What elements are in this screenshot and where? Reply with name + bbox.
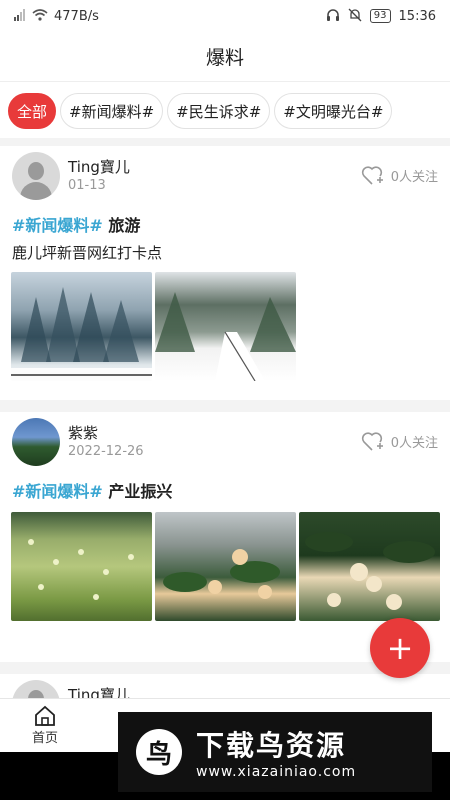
battery-indicator: 93 [369,9,391,23]
page-title: 爆料 [205,47,244,69]
home-icon [33,705,57,727]
mute-bell-icon [348,8,362,25]
post-title-text: 产业振兴 [108,482,173,501]
post-title-text: 旅游 [108,216,141,235]
user-name[interactable]: Ting寶儿 [68,156,130,177]
nav-home-label: 首页 [31,731,58,746]
divider [0,138,450,146]
watermark-logo: 鸟 [136,729,182,775]
add-post-button[interactable]: + [370,618,430,678]
post-images [11,272,296,381]
signal-icon [14,8,26,24]
post-card[interactable]: Ting寶儿 01-13 0人关注 #新闻爆料# 旅游 鹿儿坪新晋网红打卡点 [0,146,450,400]
network-speed: 477B/s [54,8,99,24]
nav-home[interactable]: 首页 [0,699,90,752]
heart-add-icon [361,430,385,452]
tab-livelihood-requests[interactable]: #民生诉求# [167,93,271,129]
headset-icon [326,8,340,25]
wifi-icon [32,8,48,24]
avatar[interactable] [12,418,60,466]
divider [0,400,450,412]
app-header: 爆料 [0,32,450,82]
post-image[interactable] [11,512,152,621]
follow-button[interactable]: 0人关注 [361,430,438,452]
post-hashtag[interactable]: #新闻爆料# [12,482,103,501]
tab-all[interactable]: 全部 [8,93,57,129]
post-hashtag[interactable]: #新闻爆料# [12,216,103,235]
watermark-title: 下载鸟资源 [196,729,347,762]
watermark: 鸟 下载鸟资源 www.xiazainiao.com [118,712,432,792]
follow-button[interactable]: 0人关注 [361,164,438,186]
tab-news-tips[interactable]: #新闻爆料# [60,93,164,129]
plus-icon: + [386,629,414,667]
follow-count: 0人关注 [390,435,438,451]
status-bar: 477B/s 93 15:36 [0,0,450,32]
watermark-text: 下载鸟资源 www.xiazainiao.com [196,724,356,780]
avatar[interactable] [12,152,60,200]
user-name[interactable]: 紫紫 [68,422,98,443]
post-title[interactable]: #新闻爆料# 产业振兴 [12,478,172,502]
post-image[interactable] [11,272,152,381]
heart-add-icon [361,164,385,186]
follow-count: 0人关注 [390,169,438,185]
post-image[interactable] [155,512,296,621]
post-date: 01-13 [68,178,106,193]
status-right: 93 15:36 [326,8,436,25]
post-text: 鹿儿坪新晋网红打卡点 [12,244,163,262]
status-time: 15:36 [398,8,436,24]
tab-civility-exposure[interactable]: #文明曝光台# [274,93,393,129]
filter-tabs: 全部 #新闻爆料# #民生诉求# #文明曝光台# [0,90,450,132]
post-date: 2022-12-26 [68,444,144,459]
post-images [11,512,440,621]
post-image[interactable] [155,272,296,381]
watermark-url: www.xiazainiao.com [196,764,357,780]
status-left: 477B/s [14,8,99,24]
post-image[interactable] [299,512,440,621]
post-title[interactable]: #新闻爆料# 旅游 [12,212,140,236]
